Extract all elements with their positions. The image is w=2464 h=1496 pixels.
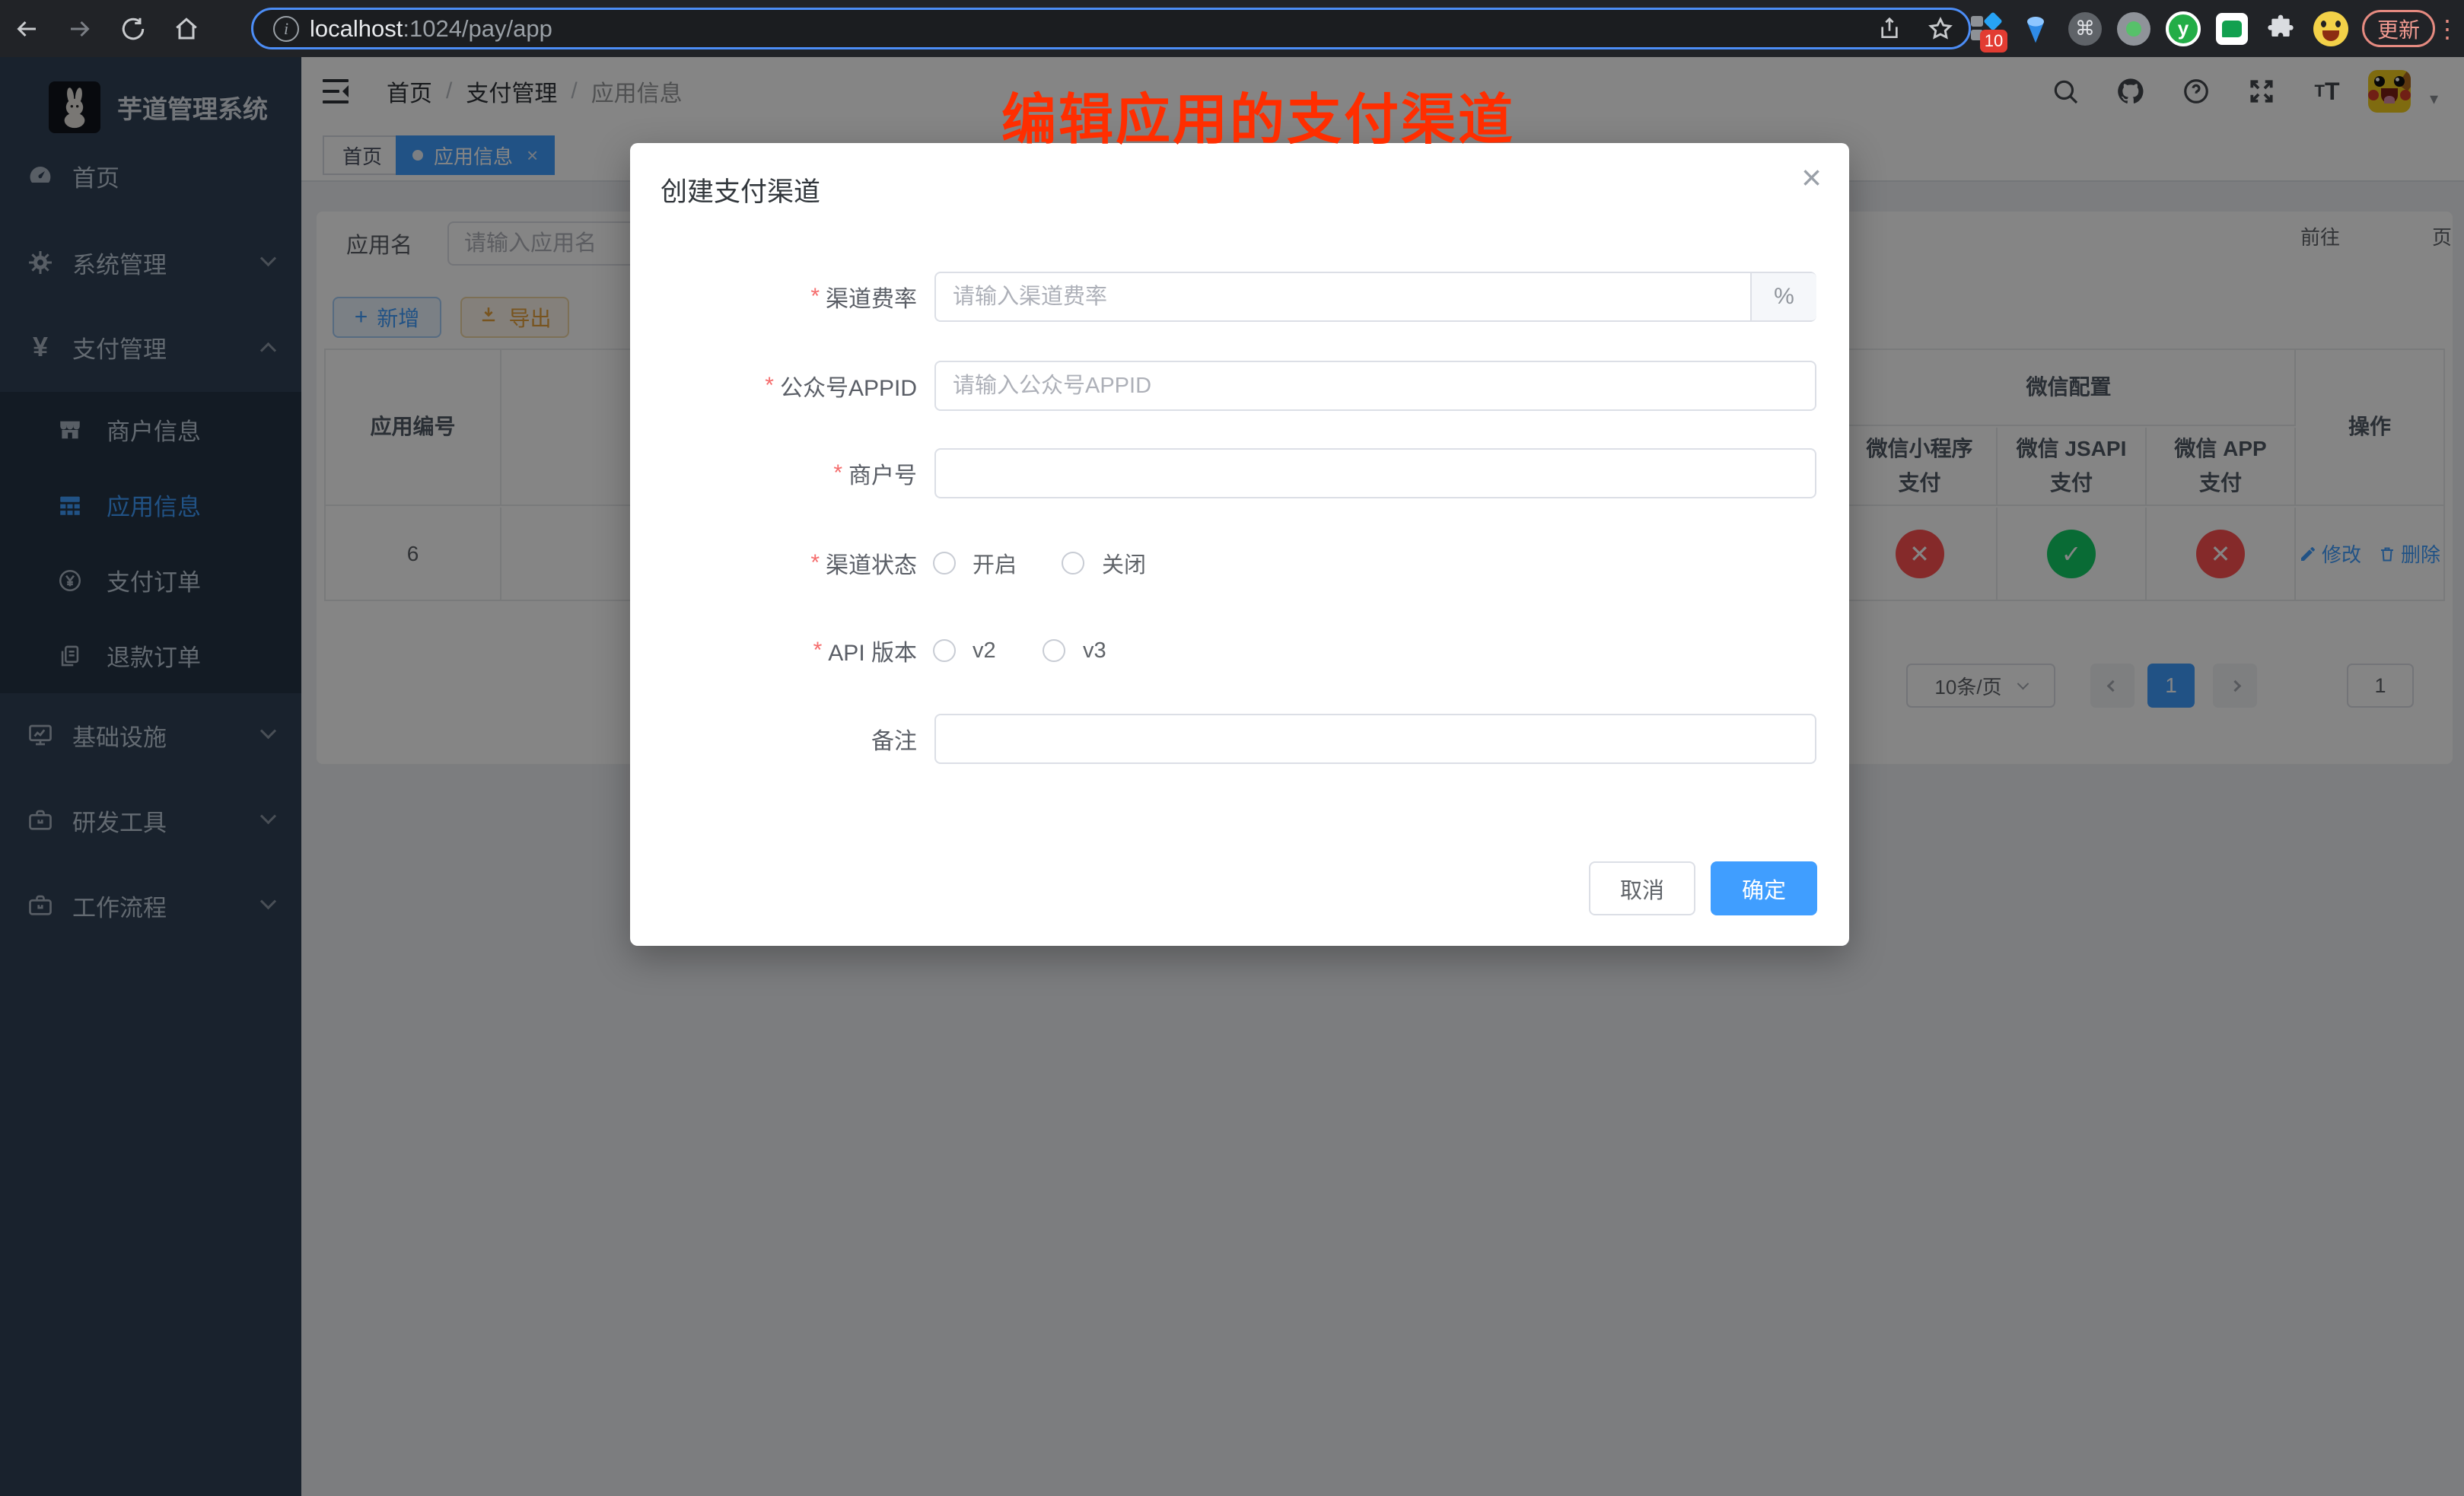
address-bar[interactable]: i localhost:1024/pay/app bbox=[251, 8, 1971, 49]
field-label-merchant: *商户号 bbox=[630, 448, 917, 498]
home-icon[interactable] bbox=[160, 0, 213, 57]
forward-icon[interactable] bbox=[53, 0, 107, 57]
extensions-row: 10 ⌘ y bbox=[1968, 0, 2348, 57]
remark-input[interactable] bbox=[934, 714, 1816, 764]
dialog-title: 创建支付渠道 bbox=[661, 170, 820, 209]
command-extension-icon[interactable]: ⌘ bbox=[2068, 12, 2102, 46]
field-label-appid: *公众号APPID bbox=[630, 361, 917, 411]
merchant-input[interactable] bbox=[934, 448, 1816, 498]
status-close-label[interactable]: 关闭 bbox=[1102, 550, 1146, 576]
percent-append: % bbox=[1750, 273, 1816, 320]
back-icon[interactable] bbox=[0, 0, 53, 57]
confirm-button[interactable]: 确定 bbox=[1711, 861, 1817, 915]
api-v2-radio[interactable] bbox=[933, 639, 956, 662]
share-icon[interactable] bbox=[1877, 17, 1902, 41]
field-label-rate: *渠道费率 bbox=[630, 272, 917, 322]
cancel-button[interactable]: 取消 bbox=[1589, 861, 1695, 915]
url-host: localhost bbox=[310, 15, 403, 43]
url-path: :1024/pay/app bbox=[403, 15, 552, 43]
status-close-radio[interactable] bbox=[1062, 552, 1084, 575]
reload-icon[interactable] bbox=[107, 0, 160, 57]
appid-input[interactable] bbox=[934, 361, 1816, 411]
y-extension-icon[interactable]: y bbox=[2166, 11, 2201, 46]
api-v3-radio[interactable] bbox=[1043, 639, 1065, 662]
recorder-extension-icon[interactable] bbox=[2117, 12, 2150, 46]
rate-input[interactable] bbox=[934, 272, 1816, 322]
close-icon[interactable]: × bbox=[1801, 160, 1822, 195]
field-label-api: *API 版本 bbox=[630, 625, 917, 676]
field-label-status: *渠道状态 bbox=[630, 538, 917, 588]
browser-update-button[interactable]: 更新 bbox=[2362, 10, 2435, 47]
field-label-remark: 备注 bbox=[630, 714, 917, 764]
api-v3-label[interactable]: v3 bbox=[1083, 638, 1106, 664]
puzzle-extensions-icon[interactable] bbox=[2263, 11, 2298, 46]
bookmark-star-icon[interactable] bbox=[1928, 16, 1953, 42]
balloon-extension-icon[interactable] bbox=[2018, 11, 2053, 46]
api-v2-label[interactable]: v2 bbox=[973, 638, 996, 664]
browser-menu-icon[interactable]: ⋮ bbox=[2435, 0, 2459, 57]
status-open-radio[interactable] bbox=[933, 552, 956, 575]
status-open-label[interactable]: 开启 bbox=[973, 550, 1017, 576]
annotation-text: 编辑应用的支付渠道 bbox=[1001, 75, 1515, 154]
tabs-extension-icon[interactable]: 10 bbox=[1968, 11, 2003, 46]
screen: i localhost:1024/pay/app 10 ⌘ y 更新 ⋮ bbox=[0, 0, 2464, 1496]
site-info-icon[interactable]: i bbox=[273, 16, 299, 42]
chat-extension-icon[interactable] bbox=[2216, 13, 2248, 45]
profile-avatar-icon[interactable] bbox=[2313, 11, 2348, 46]
extension-badge: 10 bbox=[1980, 30, 2007, 53]
create-channel-dialog: 创建支付渠道 × *渠道费率 % *公众号APPID *商户号 *渠道状态 开启… bbox=[630, 143, 1849, 946]
browser-chrome: i localhost:1024/pay/app 10 ⌘ y 更新 ⋮ bbox=[0, 0, 2464, 57]
